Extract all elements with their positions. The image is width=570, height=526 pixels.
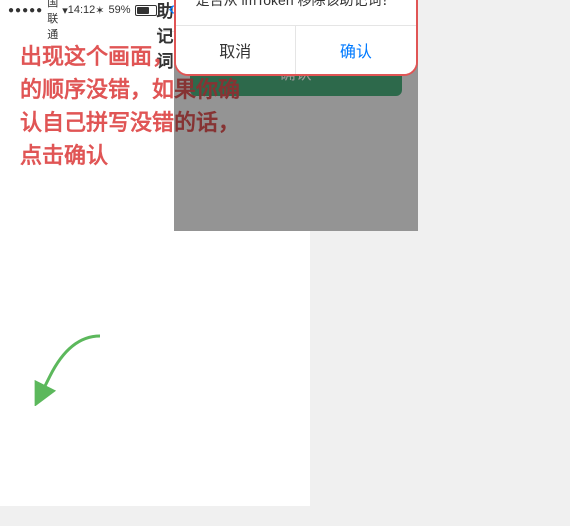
dialog-buttons: 取消 确认: [176, 25, 416, 74]
dialog-cancel-button[interactable]: 取消: [176, 26, 297, 74]
dialog-box: 你备份的助记词顺序验证正确，是否从 imToken 移除该助记词？ 取消 确认: [174, 0, 418, 76]
status-right: ✶ 59%: [95, 4, 156, 17]
battery-pct: 59%: [108, 4, 130, 16]
status-bar: ●●●●● 中国联通 ▾ 14:12 ✶ 59% ‹ 备份助记词 确认你的钱包助…: [0, 0, 310, 20]
dialog-message: 你备份的助记词顺序验证正确，是否从 imToken 移除该助记词？: [196, 0, 396, 11]
signal-icon: ●●●●●: [8, 5, 43, 16]
dialog-body: 你备份的助记词顺序验证正确，是否从 imToken 移除该助记词？: [176, 0, 416, 25]
phone-screen: ●●●●● 中国联通 ▾ 14:12 ✶ 59% ‹ 备份助记词 确认你的钱包助…: [0, 0, 310, 506]
dialog-overlay: 你备份的助记词顺序验证正确，是否从 imToken 移除该助记词？ 取消 确认: [174, 0, 418, 231]
status-time: 14:12: [68, 4, 96, 16]
bluetooth-icon: ✶: [95, 4, 104, 17]
dialog-confirm-button[interactable]: 确认: [296, 26, 416, 74]
annotation-arrow: [10, 326, 130, 406]
battery-icon: [135, 5, 157, 16]
main-content: 确认你的钱包助记词 请按顺序点击助记词，以确认你的备份助记词填写正确。 neph…: [174, 0, 418, 231]
